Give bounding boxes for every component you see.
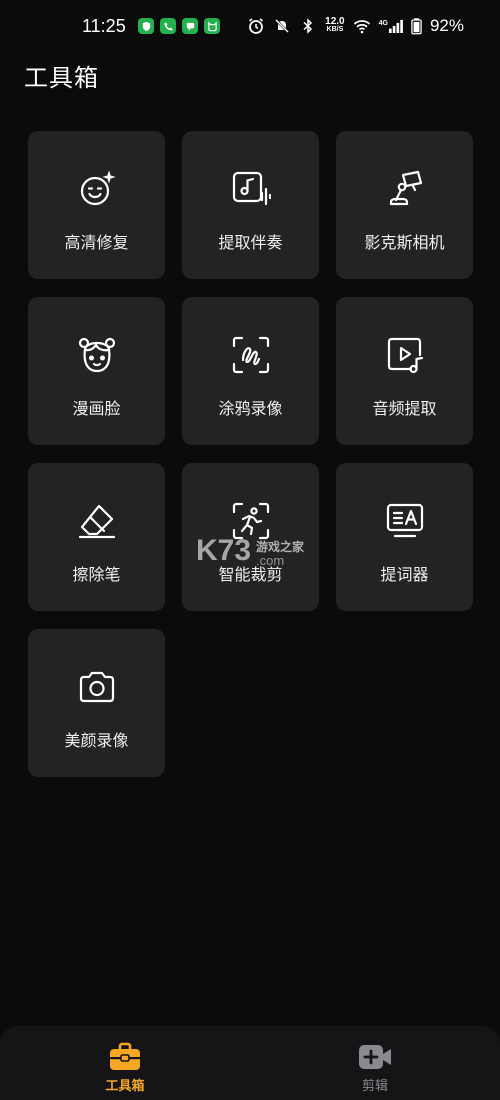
watermark-brand: K73 <box>196 534 251 567</box>
tool-label: 提词器 <box>380 565 429 584</box>
nav-item-toolbox[interactable]: 工具箱 <box>85 1042 165 1094</box>
tool-teleprompter[interactable]: 提词器 <box>336 463 473 611</box>
video-add-icon <box>359 1045 391 1069</box>
notification-icons <box>138 18 220 34</box>
nav-label: 剪辑 <box>361 1079 388 1094</box>
cell-signal: 4G <box>379 17 403 35</box>
video-music-icon <box>385 335 425 375</box>
watermark-logo: K73 游戏之家 .com <box>196 534 305 568</box>
signal-icon <box>388 19 403 33</box>
tool-label: 提取伴奏 <box>218 233 283 252</box>
message-icon <box>182 18 198 34</box>
tool-audio-extract[interactable]: 音频提取 <box>336 297 473 445</box>
music-extract-icon <box>231 169 271 209</box>
tool-label: 影克斯相机 <box>364 233 445 252</box>
tool-label: 高清修复 <box>64 233 129 252</box>
phone-icon <box>160 18 176 34</box>
camera-icon <box>77 667 117 707</box>
cartoon-face-icon <box>77 335 117 375</box>
status-time: 11:25 <box>82 16 126 36</box>
mute-icon <box>275 19 290 33</box>
tool-label: 音频提取 <box>372 399 437 418</box>
page-title: 工具箱 <box>24 64 99 92</box>
teleprompter-icon <box>385 501 425 541</box>
eraser-icon <box>77 501 117 541</box>
wifi-icon <box>353 20 370 34</box>
tool-grid: 高清修复 提取伴奏 影克斯相机 漫画脸 涂鸦录像 音频提取 擦除笔 智能裁剪 提… <box>28 131 473 777</box>
tool-hd-restore[interactable]: 高清修复 <box>28 131 165 279</box>
alarm-icon <box>249 18 264 34</box>
nav-item-edit[interactable]: 剪辑 <box>335 1042 415 1094</box>
tool-label: 涂鸦录像 <box>218 399 283 418</box>
tool-beauty-recording[interactable]: 美颜录像 <box>28 629 165 777</box>
cat-icon <box>204 18 220 34</box>
bottom-nav: 工具箱 剪辑 <box>0 1026 500 1100</box>
desk-lamp-icon <box>385 169 425 209</box>
shield-icon <box>138 18 154 34</box>
tool-doodle-recording[interactable]: 涂鸦录像 <box>182 297 319 445</box>
system-icons: 12.0 KB/S 4G 92% <box>247 16 464 36</box>
net-speed-unit: KB/S <box>326 26 344 33</box>
tool-label: 漫画脸 <box>72 399 121 418</box>
face-sparkle-icon <box>77 169 117 209</box>
battery-icon <box>411 18 422 35</box>
tool-cartoon-face[interactable]: 漫画脸 <box>28 297 165 445</box>
watermark-text: 游戏之家 <box>256 539 305 554</box>
toolbox-icon <box>110 1042 140 1070</box>
net-speed-value: 12.0 <box>325 16 345 27</box>
status-bar: 11:25 12.0 KB/S 4G 92% <box>0 0 500 56</box>
tool-label: 擦除笔 <box>72 565 121 584</box>
tool-eraser-pen[interactable]: 擦除笔 <box>28 463 165 611</box>
tool-yingkesi-camera[interactable]: 影克斯相机 <box>336 131 473 279</box>
net-speed: 12.0 KB/S <box>325 16 345 34</box>
signal-tag: 4G <box>378 20 388 27</box>
nav-label: 工具箱 <box>105 1079 145 1094</box>
tool-label: 美颜录像 <box>64 731 129 750</box>
battery-percent: 92% <box>429 16 464 35</box>
doodle-icon <box>231 335 271 375</box>
watermark-domain: .com <box>256 553 284 568</box>
bluetooth-icon <box>303 18 313 34</box>
tool-extract-accompaniment[interactable]: 提取伴奏 <box>182 131 319 279</box>
